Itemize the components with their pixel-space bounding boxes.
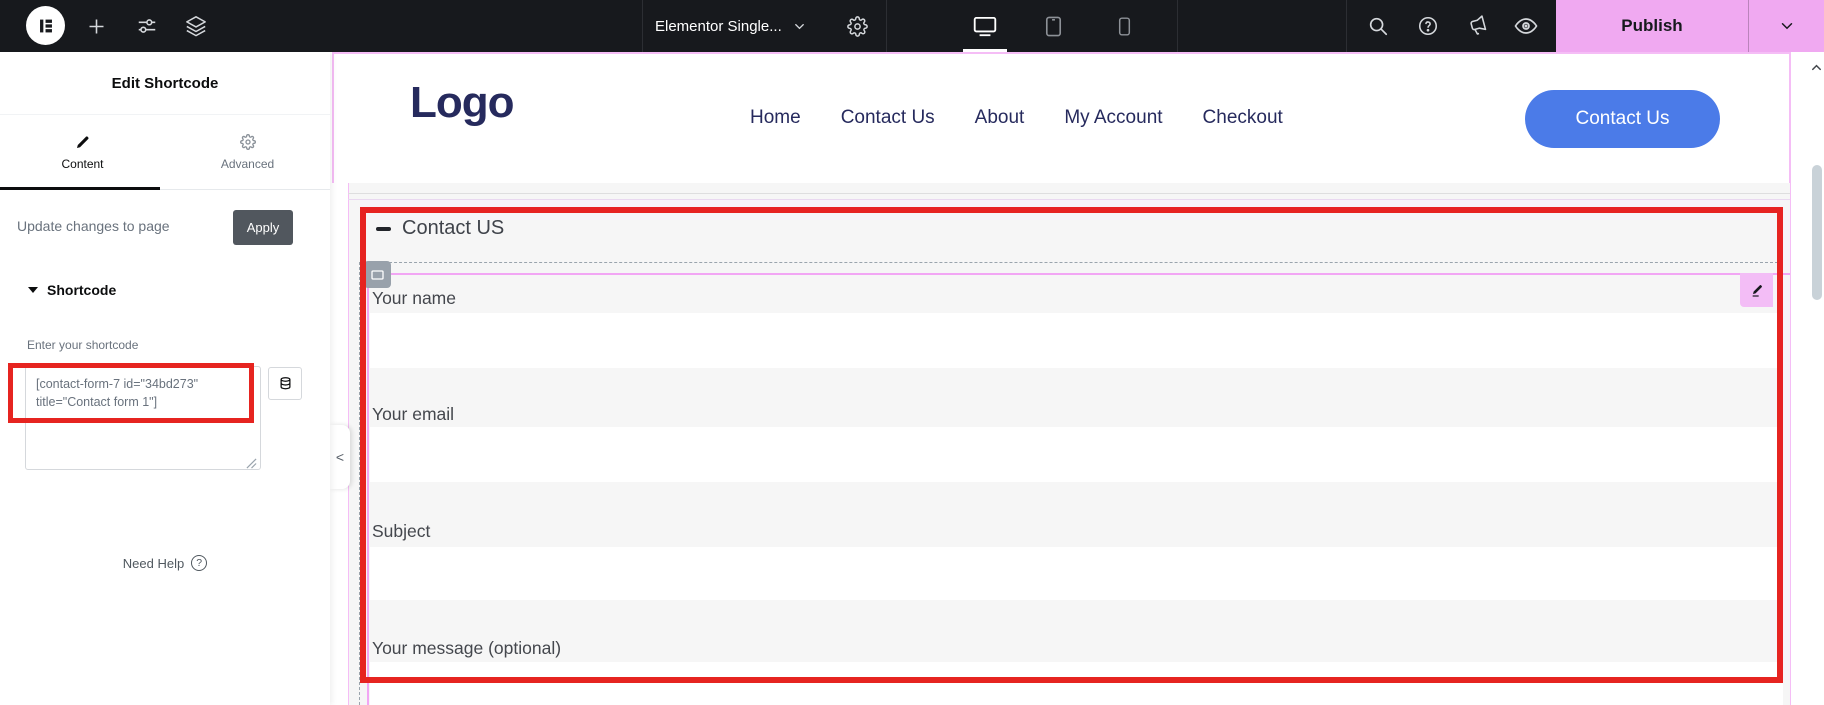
divider <box>886 0 887 52</box>
form-input-subject[interactable] <box>370 547 1783 600</box>
pencil-icon <box>75 134 91 150</box>
tab-content[interactable]: Content <box>0 115 165 189</box>
edit-pencil-icon <box>1749 282 1765 298</box>
shortcode-field-label: Enter your shortcode <box>27 338 139 352</box>
need-help-label: Need Help <box>122 555 185 571</box>
form-input-your-email[interactable] <box>370 427 1783 482</box>
minus-icon[interactable] <box>376 227 391 231</box>
publish-button[interactable]: Publish <box>1556 0 1748 52</box>
chevron-left-icon: < <box>335 449 345 465</box>
tablet-icon[interactable] <box>1038 0 1068 52</box>
structure-icon[interactable] <box>182 0 210 52</box>
chevron-down-icon <box>1778 17 1796 35</box>
gear-icon <box>239 133 256 150</box>
whats-new-icon[interactable] <box>1462 0 1492 52</box>
shortcode-section-header[interactable]: Shortcode <box>28 282 116 298</box>
shortcode-input[interactable]: [contact-form-7 id="34bd273" title="Cont… <box>25 366 261 470</box>
contact-us-button[interactable]: Contact Us <box>1525 90 1720 148</box>
form-field-label: Your message (optional) <box>372 638 562 658</box>
add-element-icon[interactable] <box>82 0 110 52</box>
nav-item-home[interactable]: Home <box>750 107 801 129</box>
help-icon[interactable] <box>1413 0 1443 52</box>
page-settings-icon[interactable] <box>842 0 872 52</box>
tab-content-label: Content <box>61 156 104 171</box>
divider <box>1177 0 1178 52</box>
question-circle-icon: ? <box>191 555 208 571</box>
settings-panel: Edit Shortcode Content Advanced Update c… <box>0 52 330 705</box>
shortcode-section-title: Shortcode <box>47 282 117 298</box>
nav-item-about[interactable]: About <box>975 107 1025 129</box>
database-icon <box>278 376 293 391</box>
form-field-label: Your name <box>372 288 456 308</box>
update-changes-text: Update changes to page <box>17 218 170 234</box>
scroll-up-icon[interactable] <box>1809 60 1824 80</box>
nav-item-my-account[interactable]: My Account <box>1064 107 1162 129</box>
tab-advanced-label: Advanced <box>220 156 275 171</box>
panel-title: Edit Shortcode <box>0 52 330 115</box>
site-settings-icon[interactable] <box>133 0 161 52</box>
active-device-indicator <box>963 49 1007 52</box>
form-field-label: Subject <box>372 521 431 541</box>
divider <box>642 0 643 52</box>
mobile-icon[interactable] <box>1110 0 1138 52</box>
active-tab-indicator <box>0 187 160 190</box>
dynamic-tags-button[interactable] <box>268 367 302 400</box>
divider <box>348 193 1790 194</box>
nav-item-checkout[interactable]: Checkout <box>1203 107 1283 129</box>
topbar: Elementor Single... Publish <box>0 0 1824 52</box>
search-icon[interactable] <box>1363 0 1393 52</box>
desktop-icon[interactable] <box>968 0 1002 52</box>
form-input-your-name[interactable] <box>370 313 1783 368</box>
publish-options-button[interactable] <box>1748 0 1824 52</box>
drag-handle[interactable] <box>364 261 391 288</box>
panel-collapse-button[interactable]: < <box>330 425 350 489</box>
divider <box>348 199 1790 200</box>
preview-icon[interactable] <box>1511 0 1541 52</box>
section-border-left <box>332 52 334 183</box>
scrollbar-thumb[interactable] <box>1812 165 1822 300</box>
widget-boundary-dashed <box>359 262 360 705</box>
chevron-down-icon <box>792 19 807 34</box>
form-field-label: Your email <box>372 404 455 424</box>
apply-button[interactable]: Apply <box>233 210 293 245</box>
document-title: Elementor Single... <box>655 17 782 35</box>
drag-handle-icon <box>371 269 384 280</box>
widget-boundary-dashed <box>359 262 1783 263</box>
divider <box>1346 0 1347 52</box>
need-help-link[interactable]: Need Help ? <box>0 555 330 571</box>
site-logo[interactable]: Logo <box>410 78 515 128</box>
edit-widget-button[interactable] <box>1740 273 1773 307</box>
elementor-logo-icon[interactable] <box>26 6 65 45</box>
widget-border-top <box>367 273 1790 275</box>
preview-canvas: Logo Home Contact Us About My Account Ch… <box>330 52 1824 705</box>
tab-advanced[interactable]: Advanced <box>165 115 330 189</box>
site-nav: Home Contact Us About My Account Checkou… <box>750 52 1283 183</box>
document-switcher[interactable]: Elementor Single... <box>655 0 807 52</box>
nav-item-contact-us[interactable]: Contact Us <box>841 107 935 129</box>
caret-down-icon <box>28 287 38 293</box>
publish-label: Publish <box>1621 16 1683 35</box>
widget-border-left <box>367 273 369 705</box>
accordion-title[interactable]: Contact US <box>402 217 504 240</box>
panel-tabs: Content Advanced <box>0 115 330 190</box>
elementor-editor: Elementor Single... Publish Edit Shortco… <box>0 0 1824 705</box>
form-textarea-your-message[interactable] <box>370 662 1783 705</box>
